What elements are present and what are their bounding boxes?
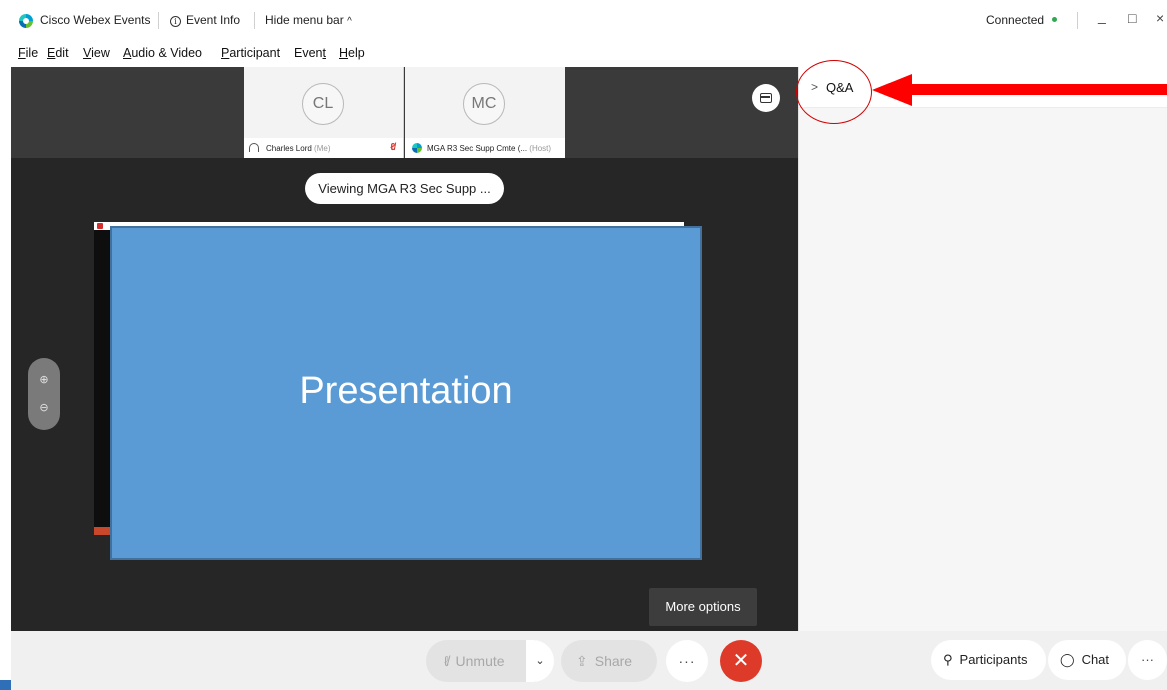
webex-logo-icon: [19, 14, 33, 28]
control-bar: ℓ̸ Unmute ⌄ ⇪ Share ··· ✕ ⚲ Participants ◯ C…: [11, 631, 1167, 690]
menu-view[interactable]: View: [83, 46, 110, 60]
layout-icon: [760, 93, 772, 103]
connection-status-label: Connected: [986, 13, 1045, 27]
menu-file-mnemonic: F: [18, 46, 26, 60]
participant-note: (Host): [529, 144, 552, 153]
muted-mic-icon: ℓ̸: [390, 142, 395, 153]
menu-help-label: elp: [348, 46, 365, 60]
menu-event[interactable]: Event: [294, 46, 326, 60]
app-title: Cisco Webex Events: [40, 13, 151, 27]
connected-dot-icon: [1052, 17, 1058, 22]
chevron-up-icon: ^: [347, 16, 352, 27]
viewing-indicator[interactable]: Viewing MGA R3 Sec Supp ...: [305, 173, 504, 204]
more-options-tooltip: More options: [649, 588, 757, 626]
close-window-button[interactable]: ×: [1156, 10, 1164, 26]
zoom-controls: ⊕ ⊖: [28, 358, 60, 430]
participant-name: Charles Lord (Me): [266, 144, 331, 153]
participants-button[interactable]: ⚲ Participants: [931, 640, 1046, 680]
zoom-out-icon[interactable]: ⊖: [36, 400, 52, 416]
menu-event-mnemonic: t: [322, 46, 326, 60]
annotation-arrow: [872, 74, 1167, 106]
participant-tile[interactable]: CL Charles Lord (Me) ℓ̸: [244, 67, 404, 158]
participants-label: Participants: [959, 652, 1028, 667]
participant-name-text: MGA R3 Sec Supp Cmte (...: [427, 144, 528, 153]
menu-help[interactable]: Help: [339, 46, 365, 60]
menu-event-label: Even: [294, 46, 323, 60]
window-accent: [0, 680, 11, 690]
mic-icon: ℓ̸: [444, 653, 449, 669]
chat-label: Chat: [1081, 652, 1110, 667]
event-info-label: Event Info: [186, 13, 241, 27]
hide-menu-bar-button[interactable]: Hide menu bar ^: [265, 13, 352, 27]
menu-help-mnemonic: H: [339, 46, 349, 60]
side-panel: > Q&A: [798, 67, 1167, 631]
divider: [1077, 12, 1078, 29]
video-strip: CL Charles Lord (Me) ℓ̸ MC MGA R3 Sec Su…: [11, 67, 798, 158]
participant-name-bar: MGA R3 Sec Supp Cmte (... (Host): [405, 138, 565, 158]
participant-note: (Me): [314, 144, 331, 153]
presentation-slide: Presentation: [110, 226, 702, 560]
avatar: CL: [302, 83, 344, 125]
menu-participant-label: articipant: [229, 46, 281, 60]
more-options-button[interactable]: ···: [666, 640, 708, 682]
divider: [158, 12, 159, 29]
menu-participant[interactable]: Participant: [221, 46, 280, 60]
participant-name-text: Charles Lord: [266, 144, 312, 153]
participant-name: MGA R3 Sec Supp Cmte (... (Host): [427, 144, 551, 153]
audio-options-button[interactable]: ⌄: [526, 640, 554, 682]
participants-icon: ⚲: [943, 652, 953, 667]
menu-view-label: iew: [91, 46, 110, 60]
avatar: MC: [463, 83, 505, 125]
unmute-button[interactable]: ℓ̸ Unmute: [426, 640, 536, 682]
webex-logo-icon: [412, 143, 422, 153]
hide-menu-bar-label: Hide menu bar: [265, 13, 344, 27]
info-icon: i: [170, 16, 181, 27]
minimize-button[interactable]: _: [1098, 8, 1106, 24]
unmute-label: Unmute: [455, 653, 505, 669]
participant-tile[interactable]: MC MGA R3 Sec Supp Cmte (... (Host): [405, 67, 565, 158]
zoom-in-icon[interactable]: ⊕: [36, 372, 52, 388]
menu-file[interactable]: File: [18, 46, 38, 60]
menu-view-mnemonic: V: [83, 46, 92, 60]
headset-icon: [249, 143, 259, 152]
menu-bar: File Edit View Audio & Video Participant…: [0, 40, 1167, 67]
divider: [254, 12, 255, 29]
event-info-button[interactable]: i Event Info: [170, 13, 240, 27]
menu-audio-video[interactable]: Audio & Video: [123, 46, 202, 60]
leave-button[interactable]: ✕: [720, 640, 762, 682]
panel-more-button[interactable]: ···: [1128, 640, 1167, 680]
share-label: Share: [594, 653, 633, 669]
menu-edit-label: dit: [55, 46, 69, 60]
share-icon: ⇪: [576, 653, 588, 669]
share-button[interactable]: ⇪ Share: [561, 640, 657, 682]
menu-edit[interactable]: Edit: [47, 46, 69, 60]
annotation-circle: [796, 60, 872, 124]
presentation-text: Presentation: [299, 370, 513, 412]
connection-status: Connected: [986, 13, 1058, 27]
participant-name-bar: Charles Lord (Me) ℓ̸: [244, 138, 403, 158]
menu-file-label: ile: [25, 46, 39, 60]
chat-icon: ◯: [1060, 652, 1075, 667]
chat-button[interactable]: ◯ Chat: [1048, 640, 1126, 680]
title-bar: Cisco Webex Events i Event Info Hide menu…: [0, 0, 1167, 40]
maximize-button[interactable]: □: [1128, 10, 1136, 26]
menu-audio-video-label: udio & Video: [131, 46, 203, 60]
meeting-stage: CL Charles Lord (Me) ℓ̸ MC MGA R3 Sec Su…: [11, 67, 798, 631]
layout-button[interactable]: [752, 84, 780, 112]
